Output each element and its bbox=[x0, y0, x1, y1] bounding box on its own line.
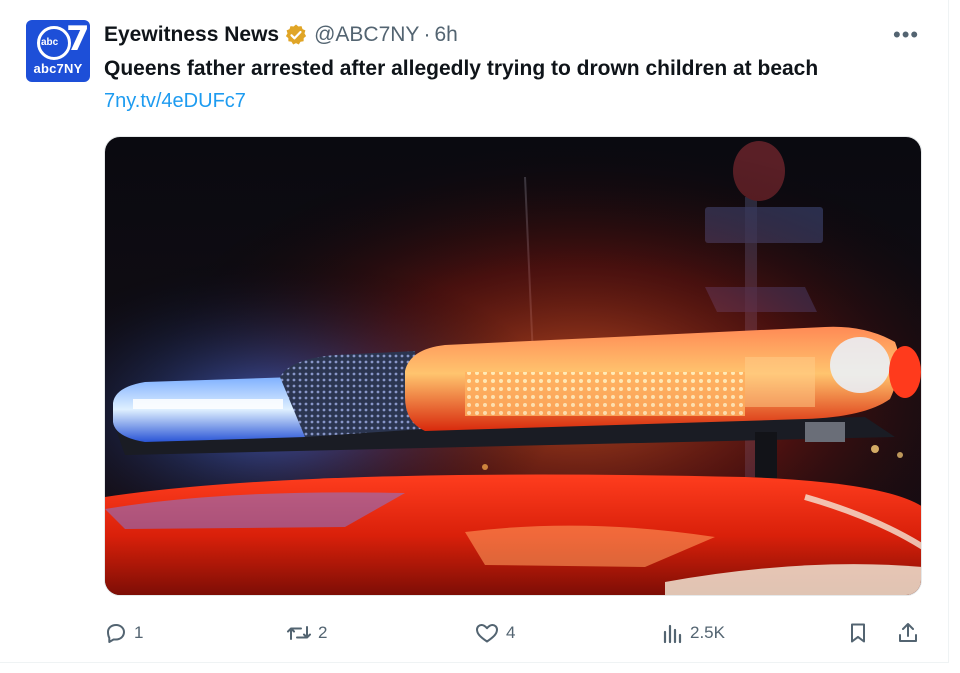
heart-icon bbox=[474, 621, 500, 645]
verified-badge-icon[interactable] bbox=[284, 23, 308, 47]
retweet-icon bbox=[286, 621, 312, 645]
share-icon bbox=[896, 621, 920, 645]
tweet-card[interactable]: abc 7 abc7NY Eyewitness News @ABC7NY · 6… bbox=[0, 0, 949, 663]
avatar[interactable]: abc 7 abc7NY bbox=[26, 20, 90, 82]
analytics-icon bbox=[660, 621, 684, 645]
separator-dot: · bbox=[423, 23, 431, 46]
like-count: 4 bbox=[506, 623, 516, 642]
abc-logo-text: abc bbox=[41, 37, 59, 48]
display-name[interactable]: Eyewitness News bbox=[104, 23, 279, 47]
tweet-header: Eyewitness News @ABC7NY · 6h bbox=[104, 22, 458, 48]
tweet-link[interactable]: 7ny.tv/4eDUFc7 bbox=[104, 90, 246, 113]
tweet-text: Queens father arrested after allegedly t… bbox=[104, 57, 819, 80]
retweet-button[interactable]: 2 bbox=[286, 616, 327, 650]
tweet-image[interactable] bbox=[104, 136, 922, 596]
tweet-actions: 1 2 4 2.5K bbox=[104, 616, 922, 650]
reply-icon bbox=[104, 621, 128, 645]
reply-button[interactable]: 1 bbox=[104, 616, 143, 650]
avatar-label: abc7NY bbox=[33, 61, 83, 76]
bookmark-button[interactable] bbox=[846, 616, 870, 650]
bookmark-icon bbox=[846, 621, 870, 645]
reply-count: 1 bbox=[134, 623, 144, 642]
more-options-icon[interactable]: ••• bbox=[893, 24, 919, 46]
abc-logo-number: 7 bbox=[66, 20, 90, 59]
timestamp[interactable]: 6h bbox=[434, 23, 457, 47]
views-count: 2.5K bbox=[690, 623, 725, 642]
retweet-count: 2 bbox=[318, 623, 328, 642]
like-button[interactable]: 4 bbox=[474, 616, 515, 650]
share-button[interactable] bbox=[896, 616, 920, 650]
police-lights-photo bbox=[105, 137, 921, 595]
views-button[interactable]: 2.5K bbox=[660, 616, 725, 650]
handle[interactable]: @ABC7NY bbox=[314, 23, 419, 47]
